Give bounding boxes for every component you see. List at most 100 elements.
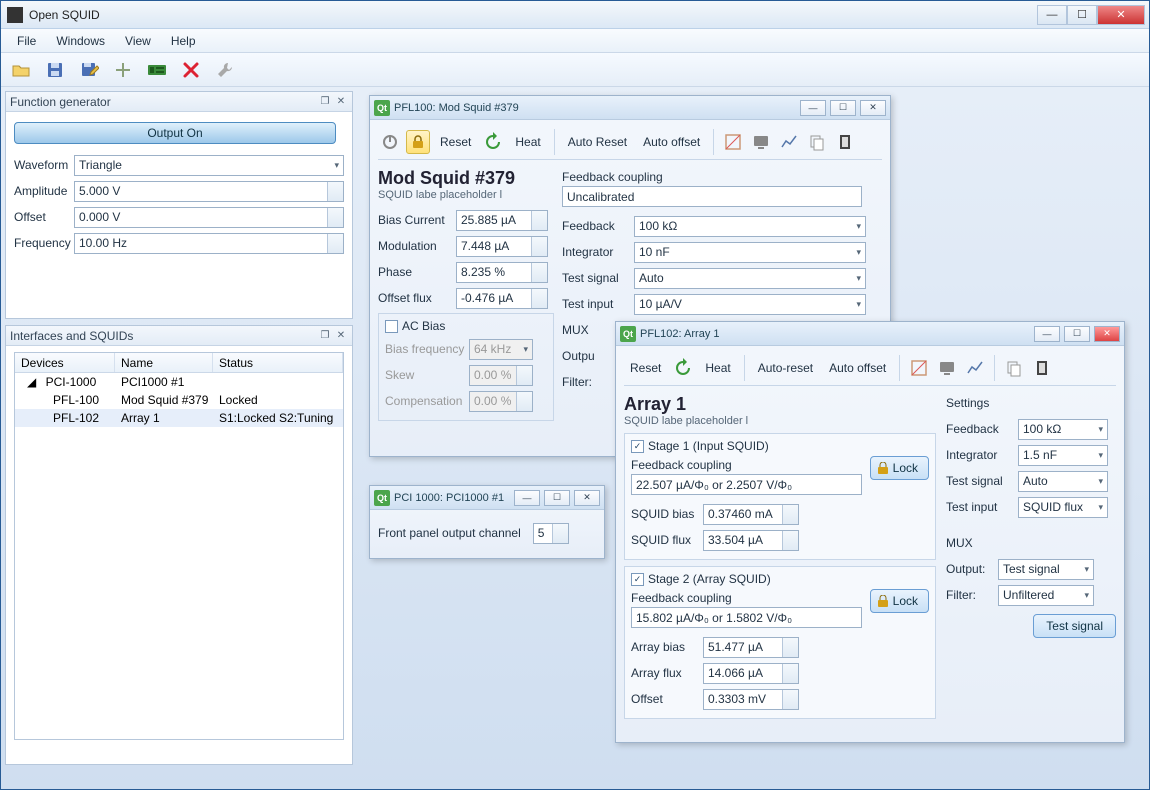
menu-help[interactable]: Help [163, 31, 204, 51]
chart-icon[interactable] [963, 356, 987, 380]
ac-bias-group: AC Bias Bias frequency64 kHz Skew0.00 % … [378, 313, 554, 421]
heat-button[interactable]: Heat [509, 131, 546, 153]
s1-bias-spin[interactable]: 0.37460 mA [703, 504, 799, 525]
frequency-spin[interactable]: 10.00 Hz [74, 233, 344, 254]
chart-icon[interactable] [777, 130, 801, 154]
menu-view[interactable]: View [117, 31, 159, 51]
amplitude-spin[interactable]: 5.000 V [74, 181, 344, 202]
lock-icon[interactable] [406, 130, 430, 154]
mdi-minimize-button[interactable]: — [1034, 326, 1060, 342]
monitor-icon[interactable] [749, 130, 773, 154]
set-testin-label: Test input [946, 500, 1014, 514]
dock-restore-icon[interactable]: ❐ [318, 95, 332, 109]
autoreset-button[interactable]: Auto Reset [562, 131, 633, 153]
mdi-titlebar[interactable]: Qt PFL100: Mod Squid #379 — ☐ ✕ [370, 96, 890, 120]
mdi-minimize-button[interactable]: — [514, 490, 540, 506]
mux-label: MUX [562, 323, 598, 337]
feedback-combo[interactable]: 100 kΩ [634, 216, 866, 237]
tool-icon-1[interactable] [907, 356, 931, 380]
mdi-close-button[interactable]: ✕ [860, 100, 886, 116]
tree-row[interactable]: PFL-102Array 1S1:Locked S2:Tuning [15, 409, 343, 427]
s1-fc-field[interactable]: 22.507 µA/Φ₀ or 2.2507 V/Φ₀ [631, 474, 862, 495]
mdi-close-button[interactable]: ✕ [1094, 326, 1120, 342]
settings-title: Settings [946, 396, 1116, 410]
stage1-checkbox[interactable]: ✓ [631, 440, 644, 453]
s1-flux-spin[interactable]: 33.504 µA [703, 530, 799, 551]
pci-channel-spin[interactable]: 5 [533, 523, 569, 544]
s2-aflux-spin[interactable]: 14.066 µA [703, 663, 799, 684]
testsig-combo[interactable]: Auto [634, 268, 866, 289]
stage2-checkbox[interactable]: ✓ [631, 573, 644, 586]
modulation-spin[interactable]: 7.448 µA [456, 236, 548, 257]
mdi-close-button[interactable]: ✕ [574, 490, 600, 506]
dock-restore-icon[interactable]: ❐ [318, 329, 332, 343]
dock-close-icon[interactable]: ✕ [334, 329, 348, 343]
monitor-icon[interactable] [935, 356, 959, 380]
add-icon[interactable] [109, 56, 137, 84]
mdi-maximize-button[interactable]: ☐ [1064, 326, 1090, 342]
autoreset-button[interactable]: Auto-reset [752, 357, 819, 379]
copy-icon[interactable] [1002, 356, 1026, 380]
save-icon[interactable] [41, 56, 69, 84]
mdi-maximize-button[interactable]: ☐ [544, 490, 570, 506]
testin-combo[interactable]: 10 µA/V [634, 294, 866, 315]
stage1-group: ✓Stage 1 (Input SQUID) Feedback coupling… [624, 433, 936, 560]
dock-close-icon[interactable]: ✕ [334, 95, 348, 109]
ac-bias-checkbox[interactable] [385, 320, 398, 333]
reset-button[interactable]: Reset [624, 357, 667, 379]
copy-icon[interactable] [805, 130, 829, 154]
devices-tree[interactable]: Devices Name Status ◢ PCI-1000PCI1000 #1… [14, 352, 344, 740]
wrench-icon[interactable] [211, 56, 239, 84]
save-as-icon[interactable] [75, 56, 103, 84]
offset-flux-spin[interactable]: -0.476 µA [456, 288, 548, 309]
set-testin-combo[interactable]: SQUID flux [1018, 497, 1108, 518]
mdi-maximize-button[interactable]: ☐ [830, 100, 856, 116]
feedback-coupling-field[interactable]: Uncalibrated [562, 186, 862, 207]
waveform-combo[interactable]: Triangle [74, 155, 344, 176]
reset-button[interactable]: Reset [434, 131, 477, 153]
board-icon[interactable] [143, 56, 171, 84]
s1-lock-button[interactable]: Lock [870, 456, 929, 480]
testsig-label: Test signal [562, 271, 630, 285]
paste-icon[interactable] [833, 130, 857, 154]
minimize-button[interactable]: — [1037, 5, 1067, 25]
menu-windows[interactable]: Windows [48, 31, 113, 51]
offset-spin[interactable]: 0.000 V [74, 207, 344, 228]
open-icon[interactable] [7, 56, 35, 84]
power-icon[interactable] [378, 130, 402, 154]
s2-lock-button[interactable]: Lock [870, 589, 929, 613]
refresh-icon[interactable] [481, 130, 505, 154]
mux-filter-combo[interactable]: Unfiltered [998, 585, 1094, 606]
integrator-combo[interactable]: 10 nF [634, 242, 866, 263]
s1-bias-label: SQUID bias [631, 507, 699, 521]
s2-fc-field[interactable]: 15.802 µA/Φ₀ or 1.5802 V/Φ₀ [631, 607, 862, 628]
squid-name: Array 1 [624, 394, 936, 415]
autooffset-button[interactable]: Auto offset [823, 357, 892, 379]
mdi-title-text: PFL102: Array 1 [640, 328, 1030, 340]
mux-output-combo[interactable]: Test signal [998, 559, 1094, 580]
phase-spin[interactable]: 8.235 % [456, 262, 548, 283]
paste-icon[interactable] [1030, 356, 1054, 380]
s2-offset-spin[interactable]: 0.3303 mV [703, 689, 799, 710]
maximize-button[interactable]: ☐ [1067, 5, 1097, 25]
output-on-button[interactable]: Output On [14, 122, 336, 144]
delete-icon[interactable] [177, 56, 205, 84]
refresh-icon[interactable] [671, 356, 695, 380]
tool-icon-1[interactable] [721, 130, 745, 154]
tree-row[interactable]: PFL-100Mod Squid #379Locked [15, 391, 343, 409]
set-testsig-combo[interactable]: Auto [1018, 471, 1108, 492]
mdi-titlebar[interactable]: Qt PCI 1000: PCI1000 #1 — ☐ ✕ [370, 486, 604, 510]
s2-abias-spin[interactable]: 51.477 µA [703, 637, 799, 658]
col-name: Name [115, 353, 213, 372]
bias-current-spin[interactable]: 25.885 µA [456, 210, 548, 231]
tree-row[interactable]: ◢ PCI-1000PCI1000 #1 [15, 373, 343, 391]
set-integrator-combo[interactable]: 1.5 nF [1018, 445, 1108, 466]
mdi-titlebar[interactable]: Qt PFL102: Array 1 — ☐ ✕ [616, 322, 1124, 346]
mdi-minimize-button[interactable]: — [800, 100, 826, 116]
test-signal-button[interactable]: Test signal [1033, 614, 1116, 638]
set-feedback-combo[interactable]: 100 kΩ [1018, 419, 1108, 440]
close-button[interactable]: ✕ [1097, 5, 1145, 25]
heat-button[interactable]: Heat [699, 357, 736, 379]
autooffset-button[interactable]: Auto offset [637, 131, 706, 153]
menu-file[interactable]: File [9, 31, 44, 51]
